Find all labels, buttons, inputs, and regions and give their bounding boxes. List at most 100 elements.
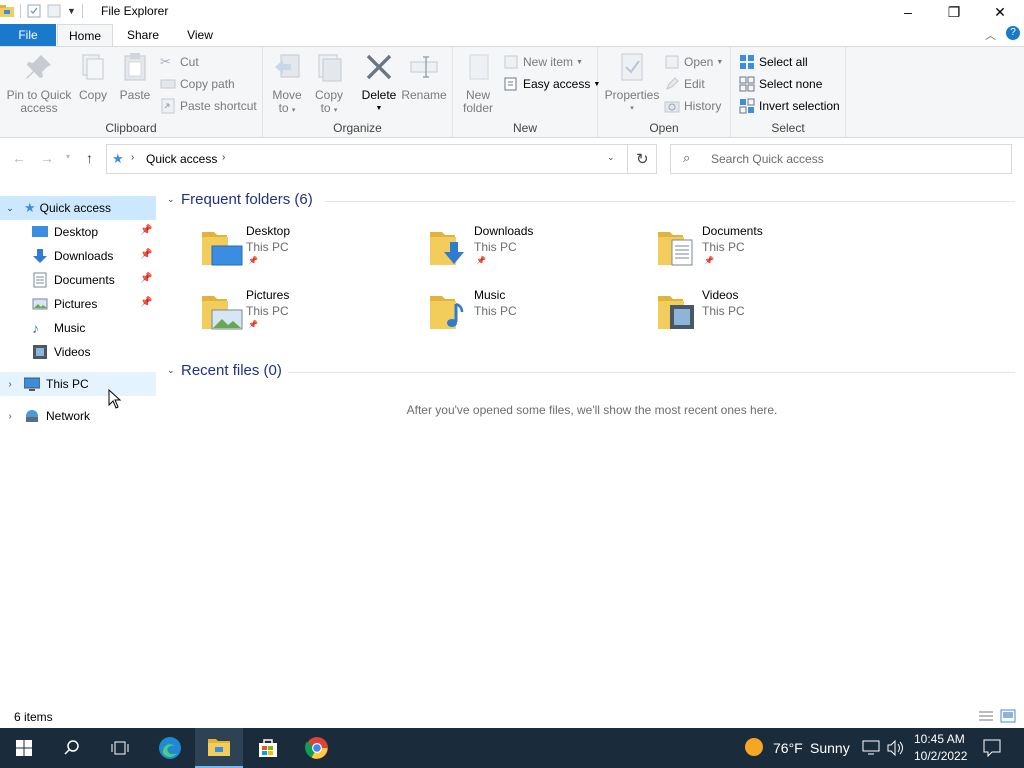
forward-arrow-icon[interactable]: → <box>40 150 54 166</box>
restore-button[interactable]: ❐ <box>931 0 977 24</box>
history-button[interactable]: History <box>664 96 721 116</box>
tab-file[interactable]: File <box>0 24 56 46</box>
search-box[interactable]: ⌕ Search Quick access <box>670 144 1012 174</box>
folder-tile-desktop[interactable]: Desktop This PC 📌 <box>200 224 428 284</box>
help-icon[interactable]: ? <box>1006 26 1020 40</box>
sidebar-item-downloads[interactable]: Downloads 📌 <box>0 244 156 268</box>
weather-condition[interactable]: Sunny <box>810 740 850 756</box>
close-button[interactable]: ✕ <box>977 0 1023 24</box>
folder-tile-videos[interactable]: Videos This PC <box>656 288 884 348</box>
breadcrumb-quick-access[interactable]: Quick access <box>146 152 217 166</box>
search-input[interactable]: Search Quick access <box>711 152 824 166</box>
sidebar-label: Documents <box>54 273 115 287</box>
history-icon <box>664 101 680 113</box>
expand-chevron-icon[interactable]: › <box>0 379 20 390</box>
easy-access-button[interactable]: Easy access ▼ <box>503 74 600 94</box>
folder-tile-music[interactable]: Music This PC <box>428 288 656 348</box>
sidebar-item-network[interactable]: › Network <box>0 404 156 428</box>
frequent-folders-title[interactable]: Frequent folders (6) <box>181 191 313 208</box>
pin-icon: 📌 <box>248 256 258 265</box>
new-folder-qat-icon[interactable] <box>47 4 61 18</box>
copy-button[interactable]: Copy <box>76 51 110 102</box>
edge-button[interactable] <box>146 728 194 768</box>
notification-center-icon[interactable] <box>983 739 1001 757</box>
copy-path-button[interactable]: Copy path <box>160 74 235 94</box>
minimize-button[interactable]: – <box>885 0 931 24</box>
move-to-icon <box>275 54 300 78</box>
collapse-recent-chevron-icon[interactable]: ⌄ <box>167 365 175 376</box>
edit-label: Edit <box>684 77 705 91</box>
file-explorer-taskbar-button[interactable] <box>195 728 243 768</box>
recent-files-title[interactable]: Recent files (0) <box>181 362 282 379</box>
move-to-button[interactable]: Move to ▾ <box>269 51 305 117</box>
sidebar-item-this-pc[interactable]: › This PC <box>0 372 156 396</box>
select-none-button[interactable]: Select none <box>739 74 822 94</box>
start-button[interactable] <box>0 728 48 768</box>
refresh-icon[interactable]: ↻ <box>636 150 649 168</box>
tab-view[interactable]: View <box>172 24 228 46</box>
sidebar-item-documents[interactable]: Documents 📌 <box>0 268 156 292</box>
rename-button[interactable]: Rename <box>401 51 447 102</box>
sidebar-item-music[interactable]: ♪ Music <box>0 316 156 340</box>
recent-locations-icon[interactable]: ▾ <box>66 152 70 161</box>
select-all-button[interactable]: Select all <box>739 52 808 72</box>
back-arrow-icon[interactable]: ← <box>12 150 26 166</box>
invert-selection-button[interactable]: Invert selection <box>739 96 840 116</box>
large-icons-view-icon[interactable] <box>1000 709 1016 723</box>
search-taskbar-button[interactable] <box>48 728 96 768</box>
sidebar-item-videos[interactable]: Videos <box>0 340 156 364</box>
pin-to-quick-access-button[interactable]: Pin to Quick access <box>4 51 74 115</box>
copy-icon <box>82 54 104 80</box>
new-folder-button[interactable]: New folder <box>459 51 497 115</box>
properties-dropdown-icon[interactable]: ▾ <box>604 102 660 115</box>
folder-tile-documents[interactable]: Documents This PC 📌 <box>656 224 884 284</box>
up-arrow-icon[interactable]: ↑ <box>86 150 93 166</box>
volume-icon[interactable] <box>886 740 904 756</box>
new-item-button[interactable]: New item ▼ <box>503 52 583 72</box>
properties-button[interactable]: Properties ▾ <box>604 51 660 115</box>
clock-date[interactable]: 10/2/2022 <box>914 749 967 763</box>
microsoft-store-button[interactable] <box>244 728 292 768</box>
tab-share[interactable]: Share <box>114 24 172 46</box>
breadcrumb-chevron-icon[interactable]: › <box>131 152 134 163</box>
edit-button[interactable]: Edit <box>664 74 705 94</box>
network-tray-icon[interactable] <box>862 740 880 756</box>
sidebar-item-pictures[interactable]: Pictures 📌 <box>0 292 156 316</box>
title-bar: ▼ File Explorer – ❐ ✕ <box>0 0 1024 24</box>
pin-icon[interactable]: 📌 <box>140 297 152 309</box>
breadcrumb-chevron-icon[interactable]: › <box>222 152 225 163</box>
tab-home[interactable]: Home <box>57 24 113 46</box>
collapse-chevron-icon[interactable]: ⌄ <box>0 203 20 214</box>
weather-temperature[interactable]: 76°F <box>773 740 803 756</box>
copy-to-button[interactable]: Copy to ▾ <box>311 51 347 117</box>
details-view-icon[interactable] <box>978 710 994 722</box>
properties-qat-icon[interactable] <box>27 4 41 18</box>
pin-icon[interactable]: 📌 <box>140 249 152 261</box>
folder-tile-pictures[interactable]: Pictures This PC 📌 <box>200 288 428 348</box>
expand-chevron-icon[interactable]: › <box>0 411 20 422</box>
folder-tile-downloads[interactable]: Downloads This PC 📌 <box>428 224 656 284</box>
delete-button[interactable]: Delete ▼ <box>359 51 399 115</box>
delete-dropdown-icon[interactable]: ▼ <box>359 102 399 115</box>
paste-shortcut-button[interactable]: Paste shortcut <box>160 96 257 116</box>
sun-weather-icon[interactable] <box>745 738 763 756</box>
move-to-label-2: to ▾ <box>278 101 296 115</box>
pin-icon[interactable]: 📌 <box>140 225 152 237</box>
cut-button[interactable]: ✂ Cut <box>160 52 199 72</box>
explorer-icon[interactable] <box>0 4 14 18</box>
address-bar[interactable]: ★ › Quick access › ⌄ ↻ <box>106 144 657 174</box>
qat-dropdown-icon[interactable]: ▼ <box>67 6 76 16</box>
select-none-icon <box>739 76 755 92</box>
minimize-ribbon-icon[interactable]: ︿ <box>985 27 996 43</box>
pin-icon[interactable]: 📌 <box>140 273 152 285</box>
sidebar-item-quick-access[interactable]: ⌄ ★ Quick access <box>0 196 156 220</box>
task-view-button[interactable] <box>96 728 144 768</box>
paste-button[interactable]: Paste <box>117 51 153 102</box>
address-dropdown-icon[interactable]: ⌄ <box>607 152 615 163</box>
clock-time[interactable]: 10:45 AM <box>914 732 965 746</box>
collapse-frequent-chevron-icon[interactable]: ⌄ <box>167 194 175 205</box>
open-button[interactable]: Open ▼ <box>664 52 723 72</box>
sidebar-item-desktop[interactable]: Desktop 📌 <box>0 220 156 244</box>
chrome-button[interactable] <box>293 728 341 768</box>
paste-label: Paste <box>119 88 151 102</box>
